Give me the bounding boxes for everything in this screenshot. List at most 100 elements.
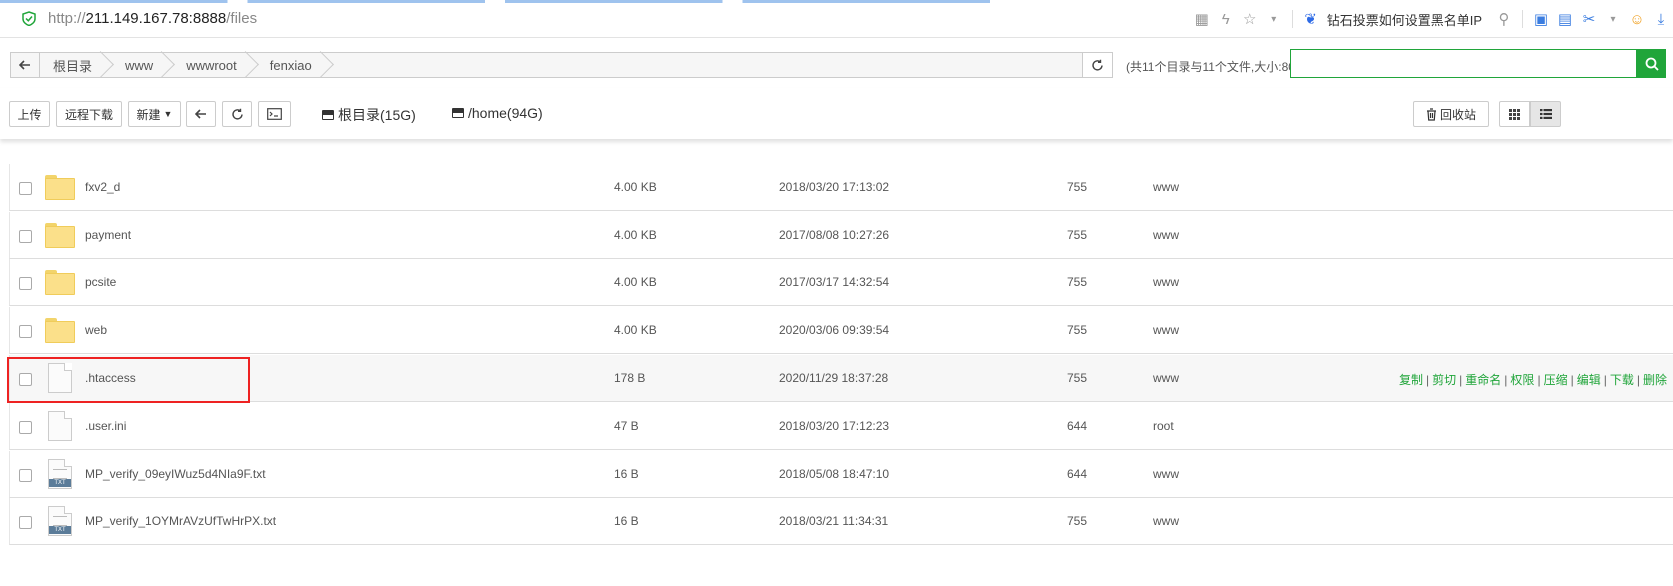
row-action-link[interactable]: 剪切: [1432, 373, 1456, 387]
recycle-bin-button[interactable]: 回收站: [1413, 101, 1489, 127]
caret-down-icon: ▼: [163, 109, 173, 119]
divider: |: [1426, 373, 1430, 387]
file-permission: 755: [1067, 227, 1088, 242]
file-size: 4.00 KB: [614, 323, 657, 338]
back-button[interactable]: [186, 101, 216, 127]
row-action-link[interactable]: 压缩: [1544, 373, 1568, 387]
file-size: 16 B: [614, 514, 639, 529]
file-modified-date: 2017/03/17 14:32:54: [779, 275, 890, 290]
breadcrumb-item-fenxiao[interactable]: fenxiao: [257, 53, 332, 77]
device-icon[interactable]: ▤: [1553, 8, 1577, 30]
breadcrumb-item-www[interactable]: www: [112, 53, 173, 77]
remote-download-button[interactable]: 远程下载: [56, 101, 122, 127]
table-row[interactable]: TXT MP_verify_09eyIWuz5d4NIa9F.txt 16 B 201…: [9, 450, 1673, 498]
row-action-link[interactable]: 编辑: [1577, 373, 1601, 387]
breadcrumb: 根目录 www wwwroot fenxiao: [10, 52, 1083, 78]
table-row[interactable]: .htaccess 178 B 2020/11/29 18:37:28 755 www 复…: [9, 355, 1673, 402]
browser-search-text[interactable]: 钻石投票如何设置黑名单IP: [1327, 10, 1482, 29]
file-size: 178 B: [614, 371, 646, 385]
file-permission: 755: [1067, 514, 1088, 529]
row-action-link[interactable]: 删除: [1643, 373, 1667, 387]
path-row: 根目录 www wwwroot fenxiao (共11个目录与11个文件,大小…: [10, 49, 1666, 78]
disk-home[interactable]: /home(94G): [452, 105, 543, 121]
breadcrumb-item-wwwroot[interactable]: wwwroot: [173, 53, 257, 77]
disk-home-label: /home(94G): [468, 105, 543, 121]
file-modified-date: 2020/03/06 09:39:54: [779, 323, 890, 338]
file-name[interactable]: web: [85, 323, 107, 337]
file-owner: root: [1153, 418, 1174, 433]
file-name[interactable]: .user.ini: [85, 419, 126, 433]
row-action-link[interactable]: 权限: [1510, 373, 1534, 387]
text-file-icon: TXT: [48, 506, 72, 537]
refresh-list-button[interactable]: [222, 101, 252, 127]
shield-icon: [22, 11, 36, 26]
row-action-link[interactable]: 重命名: [1465, 373, 1501, 387]
chevron-down-icon[interactable]: ▾: [1262, 8, 1286, 30]
table-row[interactable]: pcsite 4.00 KB 2017/03/17 14:32:54 755 www: [9, 259, 1673, 307]
table-row[interactable]: web 4.00 KB 2020/03/06 09:39:54 755 www: [9, 307, 1673, 355]
translate-icon[interactable]: ▣: [1529, 8, 1553, 30]
url-prefix: http://: [48, 10, 86, 27]
terminal-icon: [267, 108, 282, 120]
file-size: 4.00 KB: [614, 179, 657, 194]
file-type-label: TXT: [49, 478, 71, 487]
upload-button[interactable]: 上传: [9, 101, 50, 127]
divider: |: [1570, 373, 1574, 387]
file-search-input[interactable]: [1290, 49, 1637, 78]
table-row[interactable]: payment 4.00 KB 2017/08/08 10:27:26 755 www: [9, 211, 1673, 259]
breadcrumb-item-root[interactable]: 根目录: [40, 53, 112, 77]
row-checkbox[interactable]: [19, 325, 32, 339]
list-view-button[interactable]: [1530, 101, 1561, 127]
row-action-link[interactable]: 下载: [1610, 373, 1634, 387]
url-field[interactable]: http://211.149.167.78:8888/files: [48, 10, 257, 27]
table-row[interactable]: .user.ini 47 B 2018/03/20 17:12:23 644 root: [9, 402, 1673, 450]
hard-disk-icon: [452, 108, 464, 118]
recycle-bin-label: 回收站: [1439, 107, 1476, 122]
qr-code-icon[interactable]: ▦: [1190, 8, 1214, 30]
file-name[interactable]: fxv2_d: [85, 180, 120, 194]
table-row[interactable]: fxv2_d 4.00 KB 2018/03/20 17:13:02 755 www: [9, 163, 1673, 211]
chevron-down-icon[interactable]: ▾: [1601, 8, 1625, 30]
file-name[interactable]: pcsite: [85, 275, 116, 289]
divider: |: [1504, 373, 1508, 387]
url-host: 211.149.167.78:8888: [85, 10, 227, 27]
refresh-icon: [1092, 59, 1103, 71]
row-checkbox[interactable]: [19, 420, 32, 434]
row-checkbox[interactable]: [19, 516, 32, 530]
folder-icon: [45, 270, 75, 296]
file-permission: 755: [1067, 179, 1088, 194]
disk-root[interactable]: 根目录(15G): [322, 105, 416, 125]
file-name[interactable]: payment: [85, 228, 131, 242]
row-action-link[interactable]: 复制: [1399, 373, 1423, 387]
download-icon[interactable]: ⤓: [1649, 8, 1673, 30]
file-name[interactable]: MP_verify_09eyIWuz5d4NIa9F.txt: [85, 467, 266, 481]
row-checkbox[interactable]: [19, 229, 32, 243]
refresh-icon: [231, 108, 243, 120]
table-row[interactable]: TXT MP_verify_1OYMrAVzUfTwHrPX.txt 16 B 201…: [9, 498, 1673, 546]
row-checkbox[interactable]: [19, 277, 32, 291]
divider: |: [1459, 373, 1463, 387]
file-modified-date: 2018/03/20 17:12:23: [779, 418, 890, 433]
search-icon[interactable]: ⚲: [1492, 8, 1516, 30]
row-checkbox[interactable]: [19, 468, 32, 482]
search-button[interactable]: [1637, 49, 1666, 78]
file-name[interactable]: MP_verify_1OYMrAVzUfTwHrPX.txt: [85, 514, 276, 528]
star-icon[interactable]: ☆: [1238, 8, 1262, 30]
refresh-button[interactable]: [1083, 52, 1113, 78]
file-size: 4.00 KB: [614, 227, 657, 242]
grid-view-button[interactable]: [1499, 101, 1530, 127]
hard-disk-icon: [322, 110, 334, 120]
lightning-icon[interactable]: ϟ: [1214, 8, 1238, 30]
file-owner: www: [1153, 275, 1179, 290]
folder-icon: [45, 222, 75, 248]
file-type-label: TXT: [49, 526, 71, 535]
scissors-icon[interactable]: ✂: [1577, 8, 1601, 30]
file-permission: 755: [1067, 275, 1088, 290]
row-checkbox[interactable]: [19, 181, 32, 195]
terminal-button[interactable]: [258, 101, 291, 127]
new-dropdown-button[interactable]: 新建 ▼: [128, 101, 181, 127]
smiley-icon[interactable]: ☺: [1625, 8, 1649, 30]
back-arrow-icon[interactable]: [11, 53, 40, 77]
file-size: 47 B: [614, 418, 639, 433]
divider: [1522, 10, 1523, 28]
